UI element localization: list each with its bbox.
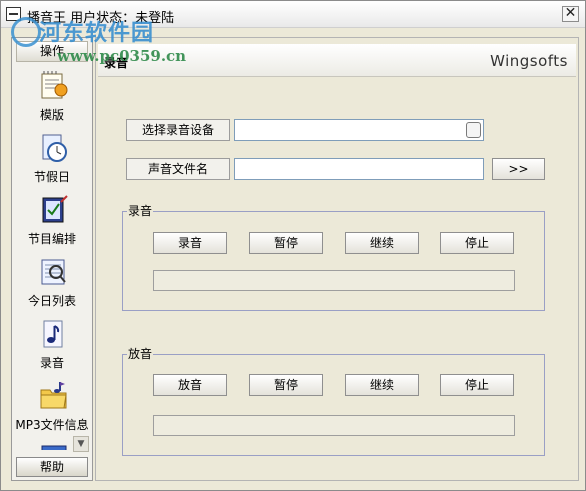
sidebar-scroll-down-button[interactable]: ▼ <box>73 436 89 452</box>
sidebar-item-label: MP3文件信息 <box>15 418 89 432</box>
main-window: 播音王 用户状态：未登陆 ✕ 操作 模版 节假日 节目编排 今日列表 录音 MP… <box>0 0 586 491</box>
sidebar-item-mp3-info[interactable]: MP3文件信息 <box>12 378 92 438</box>
sidebar-item-template[interactable]: 模版 <box>12 68 92 128</box>
schedule-edit-icon <box>42 195 68 223</box>
record-stop-button[interactable]: 停止 <box>440 232 514 254</box>
play-pause-button[interactable]: 暂停 <box>249 374 323 396</box>
play-button[interactable]: 放音 <box>153 374 227 396</box>
window-menu-icon[interactable] <box>6 7 21 21</box>
record-groupbox: 录音 录音 暂停 继续 停止 <box>122 204 545 311</box>
recording-device-select[interactable] <box>234 119 484 141</box>
recording-device-label: 选择录音设备 <box>126 119 230 141</box>
browse-button[interactable]: >> <box>492 158 545 180</box>
close-button[interactable]: ✕ <box>562 6 579 22</box>
sound-filename-label: 声音文件名 <box>126 158 230 180</box>
sidebar-item-label: 节假日 <box>33 170 70 184</box>
today-list-icon <box>41 259 66 285</box>
sidebar: 操作 模版 节假日 节目编排 今日列表 录音 MP3文件信息 ▼ 帮助 <box>11 37 93 481</box>
folder-music-icon <box>40 382 67 409</box>
monitor-icon <box>41 445 67 450</box>
record-group-title: 录音 <box>127 204 154 218</box>
record-progress-bar <box>153 270 515 291</box>
sound-filename-input[interactable] <box>234 158 484 180</box>
music-note-icon <box>43 320 63 348</box>
page-banner: 录音 Wingsofts <box>98 44 576 77</box>
sidebar-item-label: 录音 <box>39 356 64 370</box>
content-panel: 录音 Wingsofts 选择录音设备 声音文件名 >> 录音 录音 暂停 继续… <box>95 37 579 481</box>
template-icon <box>41 71 68 99</box>
sidebar-item-recording[interactable]: 录音 <box>12 316 92 376</box>
sidebar-help-button[interactable]: 帮助 <box>16 457 88 477</box>
window-title: 播音王 用户状态：未登陆 <box>27 11 175 26</box>
sidebar-item-program-schedule[interactable]: 节目编排 <box>12 192 92 252</box>
sidebar-item-label: 今日列表 <box>27 294 76 308</box>
sidebar-item-label: 节目编排 <box>27 232 76 246</box>
play-stop-button[interactable]: 停止 <box>440 374 514 396</box>
record-resume-button[interactable]: 继续 <box>345 232 419 254</box>
playback-group-title: 放音 <box>127 347 154 361</box>
page-title: 录音 <box>104 56 129 70</box>
clock-icon <box>42 134 67 162</box>
record-pause-button[interactable]: 暂停 <box>249 232 323 254</box>
sidebar-header[interactable]: 操作 <box>16 41 88 62</box>
sidebar-list: 模版 节假日 节目编排 今日列表 录音 MP3文件信息 <box>12 64 92 450</box>
play-resume-button[interactable]: 继续 <box>345 374 419 396</box>
brand-label: Wingsofts <box>490 52 568 70</box>
sidebar-item-label: 模版 <box>39 108 64 122</box>
playback-progress-bar <box>153 415 515 436</box>
record-button[interactable]: 录音 <box>153 232 227 254</box>
sidebar-item-holidays[interactable]: 节假日 <box>12 130 92 190</box>
playback-groupbox: 放音 放音 暂停 继续 停止 <box>122 347 545 456</box>
dropdown-button[interactable] <box>466 122 481 138</box>
title-bar[interactable]: 播音王 用户状态：未登陆 ✕ <box>1 1 585 28</box>
sidebar-item-today-list[interactable]: 今日列表 <box>12 254 92 314</box>
